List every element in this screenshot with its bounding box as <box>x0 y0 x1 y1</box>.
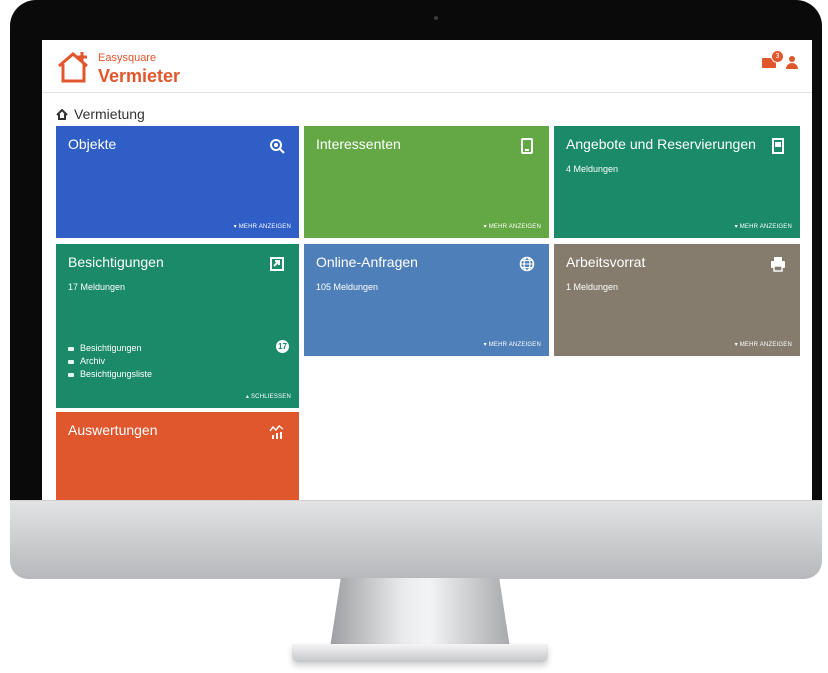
submenu-item-label: Archiv <box>80 356 106 366</box>
more-link[interactable]: ▾ MEHR ANZEIGEN <box>735 223 792 230</box>
brand-title: Vermieter <box>98 66 181 86</box>
submenu-item[interactable]: Archiv <box>68 355 152 368</box>
tile-subtitle: 4 Meldungen <box>566 164 619 174</box>
tile-title: Auswertungen <box>68 422 158 438</box>
tile-interessenten[interactable]: Interessenten ▾ MEHR ANZEIGEN <box>304 126 549 238</box>
folder-icon <box>68 346 74 351</box>
expand-icon <box>270 257 284 271</box>
more-link[interactable]: ▾ MEHR ANZEIGEN <box>484 341 541 348</box>
search-icon <box>270 139 285 154</box>
user-icon[interactable] <box>786 56 798 70</box>
more-link[interactable]: ▾ MEHR ANZEIGEN <box>234 223 291 230</box>
tile-besichtigungen[interactable]: Besichtigungen 17 Meldungen 17 Besichtig… <box>56 244 299 408</box>
tile-subtitle: 17 Meldungen <box>68 282 126 292</box>
folder-icon <box>68 372 74 377</box>
tile-arbeitsvorrat[interactable]: Arbeitsvorrat 1 Meldungen ▾ MEHR ANZEIGE… <box>554 244 800 356</box>
printer-icon <box>771 257 785 272</box>
tile-subtitle: 1 Meldungen <box>566 282 619 292</box>
tile-subtitle: 105 Meldungen <box>316 282 379 292</box>
home-icon <box>56 108 68 120</box>
header-actions: 3 <box>762 50 798 70</box>
tile-online-anfragen[interactable]: Online-Anfragen 105 Meldungen ▾ MEHR ANZ… <box>304 244 549 356</box>
monitor-chin <box>10 500 822 579</box>
monitor-foot <box>292 644 548 662</box>
mail-icon[interactable]: 3 <box>762 50 784 68</box>
tile-title: Angebote und Reservierungen <box>566 136 756 152</box>
app-header: Easysquare Vermieter 3 <box>42 40 812 93</box>
chart-icon <box>269 425 284 439</box>
document-icon <box>772 138 784 154</box>
tile-objekte[interactable]: Objekte ▾ MEHR ANZEIGEN <box>56 126 299 238</box>
tile-auswertungen[interactable]: Auswertungen <box>56 412 299 500</box>
submenu-item-label: Besichtigungen <box>80 343 142 353</box>
globe-icon <box>519 256 535 272</box>
close-link[interactable]: ▴ SCHLIESSEN <box>246 393 291 400</box>
camera <box>434 16 438 20</box>
submenu-item[interactable]: Besichtigungsliste <box>68 368 152 381</box>
tile-title: Arbeitsvorrat <box>566 254 646 270</box>
brand-subtitle: Easysquare <box>98 52 157 64</box>
tile-angebote[interactable]: Angebote und Reservierungen 4 Meldungen … <box>554 126 800 238</box>
more-link[interactable]: ▾ MEHR ANZEIGEN <box>484 223 541 230</box>
mail-badge: 3 <box>771 50 784 63</box>
count-badge: 17 <box>276 340 289 353</box>
submenu-item-label: Besichtigungsliste <box>80 369 153 379</box>
breadcrumb[interactable]: Vermietung <box>56 106 145 122</box>
submenu-item[interactable]: Besichtigungen <box>68 342 152 355</box>
house-plus-logo-icon <box>58 52 88 83</box>
monitor-stand <box>330 578 510 648</box>
tile-title: Interessenten <box>316 136 401 152</box>
tile-title: Online-Anfragen <box>316 254 418 270</box>
more-link[interactable]: ▾ MEHR ANZEIGEN <box>735 341 792 348</box>
tile-title: Objekte <box>68 136 117 152</box>
breadcrumb-label: Vermietung <box>74 106 145 122</box>
folder-icon <box>68 359 74 364</box>
submenu-list: Besichtigungen Archiv Besichtigungsliste <box>68 342 152 381</box>
app-screen: Easysquare Vermieter 3 Vermietung Objekt… <box>42 40 812 500</box>
tablet-icon <box>521 138 533 154</box>
tile-title: Besichtigungen <box>68 254 164 270</box>
